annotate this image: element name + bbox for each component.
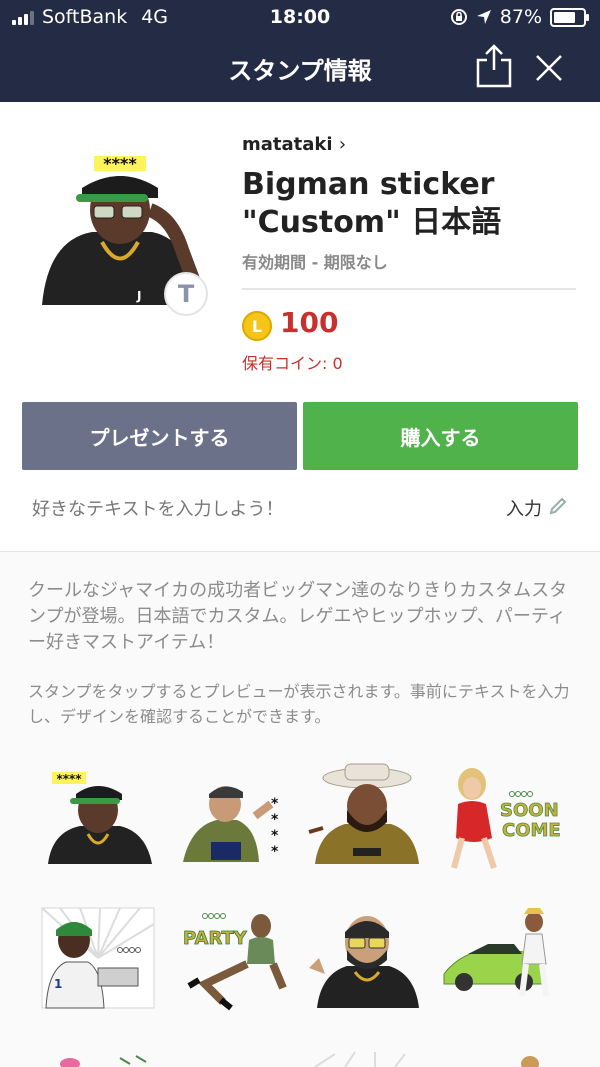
svg-text:*: *: [271, 844, 279, 860]
sticker-item[interactable]: ****: [40, 764, 170, 874]
price: 100: [280, 306, 339, 339]
share-icon[interactable]: [474, 42, 514, 88]
custom-text-hint[interactable]: 好きなテキストを入力しよう！: [32, 495, 283, 521]
svg-text:*: *: [271, 796, 279, 812]
sticker-item[interactable]: [305, 1050, 435, 1067]
svg-text:*: *: [271, 828, 279, 844]
author-link[interactable]: matataki ›: [242, 134, 346, 155]
title-line-2: "Custom" 日本語: [242, 205, 502, 240]
svg-text:*: *: [271, 812, 279, 828]
author-name: matataki: [242, 134, 333, 155]
battery-icon: [550, 7, 589, 27]
pencil-icon[interactable]: [548, 496, 568, 516]
location-icon: [476, 10, 491, 24]
sticker-item[interactable]: [305, 904, 435, 1014]
party-text: PARTY: [183, 928, 248, 949]
input-button[interactable]: 入力: [506, 495, 542, 521]
svg-text:****: ****: [103, 154, 137, 173]
sticker-item[interactable]: [40, 1050, 170, 1067]
sticker-item[interactable]: [440, 904, 570, 1014]
preview-note: スタンプをタップするとプレビューが表示されます。事前にテキストを入力し、デザイン…: [28, 682, 570, 726]
sticker-item[interactable]: SOON COME: [440, 764, 570, 874]
soon-come-text: SOON: [500, 800, 559, 821]
battery-percent: 87%: [499, 6, 542, 28]
nav-bar: スタンプ情報: [0, 34, 600, 102]
validity-label: 有効期間 - 期限なし: [242, 253, 388, 272]
soon-come-text-line2: COME: [502, 820, 561, 841]
sticker-title: Bigman sticker "Custom" 日本語: [242, 166, 582, 242]
description: クールなジャマイカの成功者ビッグマン達のなりきりカスタムスタンプが登場。日本語で…: [28, 580, 568, 653]
svg-text:J: J: [136, 289, 141, 303]
sticker-item[interactable]: PARTY: [175, 904, 305, 1014]
coin-icon: L: [242, 311, 272, 341]
sticker-item[interactable]: [305, 760, 435, 870]
close-icon[interactable]: [533, 52, 565, 84]
sticker-item[interactable]: [440, 1050, 570, 1067]
owned-coins: 保有コイン: 0: [242, 354, 343, 373]
svg-text:****: ****: [56, 772, 82, 786]
divider: [242, 288, 576, 290]
status-bar: SoftBank 4G 18:00 87%: [0, 0, 600, 34]
orientation-lock-icon: [450, 9, 467, 25]
present-button[interactable]: プレゼントする: [22, 402, 297, 470]
chevron-right-icon: ›: [338, 134, 347, 155]
sticker-item[interactable]: 1: [40, 904, 170, 1014]
svg-text:1: 1: [54, 977, 62, 991]
text-custom-badge: T: [164, 272, 208, 316]
title-line-1: Bigman sticker: [242, 167, 495, 202]
sticker-item[interactable]: * * * *: [175, 776, 305, 886]
buy-button[interactable]: 購入する: [303, 402, 578, 470]
